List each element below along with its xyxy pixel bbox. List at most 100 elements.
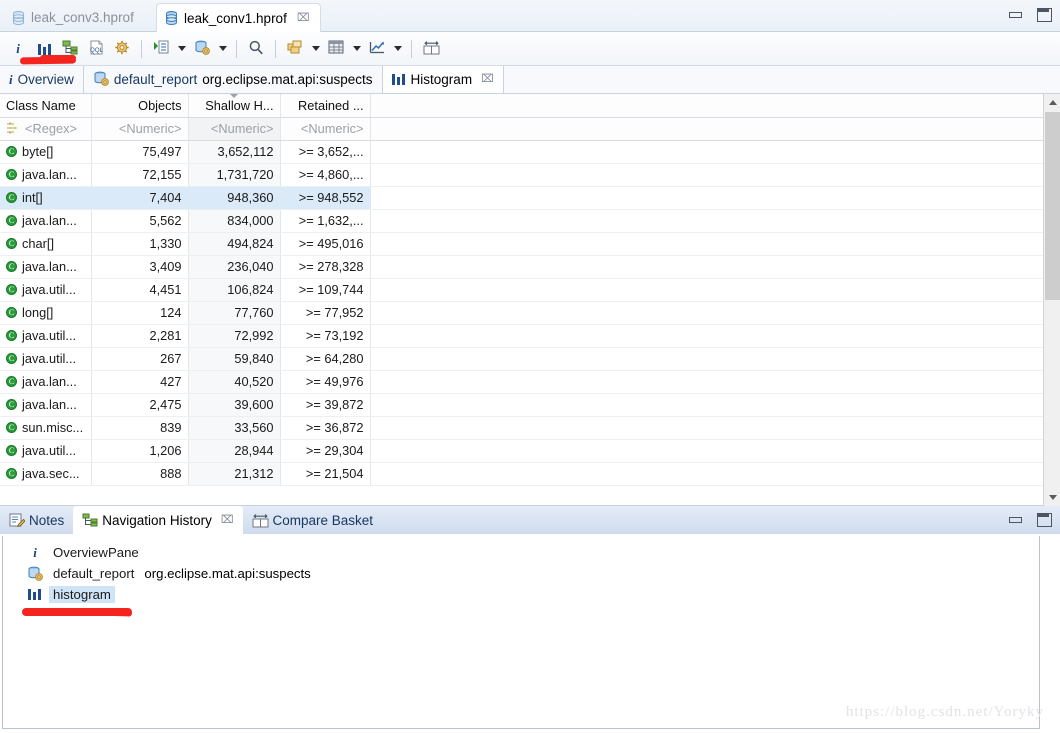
maximize-icon[interactable] <box>1036 513 1052 527</box>
table-row[interactable]: Cjava.lan... 427 40,520 >= 49,976 <box>0 370 1060 394</box>
cell-retained-heap[interactable]: >= 109,744 <box>280 278 371 302</box>
run-expert-system-button[interactable] <box>149 37 173 61</box>
cell-objects[interactable]: 2,281 <box>91 324 189 348</box>
query-browser-button[interactable] <box>190 37 214 61</box>
cell-class-name[interactable]: Cjava.lan... <box>0 393 92 417</box>
table-row[interactable]: Clong[] 124 77,760 >= 77,952 <box>0 301 1060 325</box>
cell-shallow-heap[interactable]: 39,600 <box>188 393 281 417</box>
close-icon[interactable]: ⌧ <box>221 514 234 526</box>
cell-shallow-heap[interactable]: 59,840 <box>188 347 281 371</box>
cell-shallow-heap[interactable]: 21,312 <box>188 462 281 486</box>
view-tab-overview[interactable]: i Overview <box>0 66 84 93</box>
cell-class-name[interactable]: Cjava.lan... <box>0 255 92 279</box>
cell-class-name[interactable]: Cjava.util... <box>0 278 92 302</box>
cell-objects[interactable]: 427 <box>91 370 189 394</box>
cell-objects[interactable]: 72,155 <box>91 163 189 187</box>
table-row[interactable]: Cjava.lan... 5,562 834,000 >= 1,632,... <box>0 209 1060 233</box>
group-by-dropdown-arrow[interactable] <box>309 37 322 61</box>
chart-dropdown-arrow[interactable] <box>391 37 404 61</box>
cell-objects[interactable]: 1,206 <box>91 439 189 463</box>
cell-shallow-heap[interactable]: 1,731,720 <box>188 163 281 187</box>
cell-shallow-heap[interactable]: 106,824 <box>188 278 281 302</box>
cell-objects[interactable]: 1,330 <box>91 232 189 256</box>
cell-shallow-heap[interactable]: 33,560 <box>188 416 281 440</box>
editor-tab-leak-conv3[interactable]: leak_conv3.hprof <box>4 3 144 32</box>
scroll-up-icon[interactable] <box>1044 94 1060 111</box>
cell-retained-heap[interactable]: >= 77,952 <box>280 301 371 325</box>
view-tab-histogram[interactable]: Histogram ⌧ <box>382 66 504 93</box>
cell-retained-heap[interactable]: >= 495,016 <box>280 232 371 256</box>
filter-cell-objects[interactable]: <Numeric> <box>91 117 189 141</box>
cell-shallow-heap[interactable]: 28,944 <box>188 439 281 463</box>
cell-objects[interactable]: 75,497 <box>91 140 189 164</box>
cell-shallow-heap[interactable]: 948,360 <box>188 186 281 210</box>
view-tab-default-report[interactable]: default_report org.eclipse.mat.api:suspe… <box>84 66 383 93</box>
cell-class-name[interactable]: Cint[] <box>0 186 92 210</box>
cell-objects[interactable]: 839 <box>91 416 189 440</box>
cell-objects[interactable]: 7,404 <box>91 186 189 210</box>
table-row[interactable]: Cjava.util... 1,206 28,944 >= 29,304 <box>0 439 1060 463</box>
cell-class-name[interactable]: Cjava.sec... <box>0 462 92 486</box>
table-row[interactable]: Cint[] 7,404 948,360 >= 948,552 <box>0 186 1060 210</box>
filter-cell-shallow-heap[interactable]: <Numeric> <box>188 117 281 141</box>
table-row[interactable]: Cjava.util... 2,281 72,992 >= 73,192 <box>0 324 1060 348</box>
cell-retained-heap[interactable]: >= 21,504 <box>280 462 371 486</box>
bottom-tab-navigation-history[interactable]: Navigation History ⌧ <box>73 506 243 534</box>
group-by-button[interactable] <box>283 37 307 61</box>
cell-shallow-heap[interactable]: 236,040 <box>188 255 281 279</box>
run-expert-system-dropdown-arrow[interactable] <box>175 37 188 61</box>
export-table-button[interactable] <box>324 37 348 61</box>
cell-retained-heap[interactable]: >= 73,192 <box>280 324 371 348</box>
minimize-icon[interactable] <box>1008 8 1022 20</box>
cell-class-name[interactable]: Cjava.lan... <box>0 163 92 187</box>
cell-retained-heap[interactable]: >= 948,552 <box>280 186 371 210</box>
find-button[interactable] <box>244 37 268 61</box>
cell-retained-heap[interactable]: >= 64,280 <box>280 347 371 371</box>
cell-objects[interactable]: 3,409 <box>91 255 189 279</box>
table-row[interactable]: Cjava.lan... 3,409 236,040 >= 278,328 <box>0 255 1060 279</box>
cell-shallow-heap[interactable]: 494,824 <box>188 232 281 256</box>
cell-retained-heap[interactable]: >= 278,328 <box>280 255 371 279</box>
cell-shallow-heap[interactable]: 834,000 <box>188 209 281 233</box>
close-icon[interactable]: ⌧ <box>297 12 310 24</box>
table-row[interactable]: Csun.misc... 839 33,560 >= 36,872 <box>0 416 1060 440</box>
chart-button[interactable] <box>365 37 389 61</box>
table-vertical-scrollbar[interactable] <box>1043 94 1060 506</box>
cell-class-name[interactable]: Cbyte[] <box>0 140 92 164</box>
minimize-icon[interactable] <box>1008 513 1022 525</box>
cell-retained-heap[interactable]: >= 4,860,... <box>280 163 371 187</box>
list-item[interactable]: histogram <box>3 584 1039 605</box>
oql-button[interactable]: QQL <box>84 37 108 61</box>
query-browser-dropdown-arrow[interactable] <box>216 37 229 61</box>
cell-retained-heap[interactable]: >= 36,872 <box>280 416 371 440</box>
list-item[interactable]: i OverviewPane <box>3 542 1039 563</box>
cell-retained-heap[interactable]: >= 49,976 <box>280 370 371 394</box>
cell-shallow-heap[interactable]: 72,992 <box>188 324 281 348</box>
cell-objects[interactable]: 4,451 <box>91 278 189 302</box>
table-row[interactable]: Cchar[] 1,330 494,824 >= 495,016 <box>0 232 1060 256</box>
compare-button[interactable] <box>419 37 443 61</box>
cell-shallow-heap[interactable]: 40,520 <box>188 370 281 394</box>
cell-class-name[interactable]: Cjava.util... <box>0 347 92 371</box>
filter-cell-class-name[interactable]: <Regex> <box>0 117 92 141</box>
bottom-tab-compare-basket[interactable]: Compare Basket <box>243 506 383 534</box>
table-row[interactable]: Cjava.sec... 888 21,312 >= 21,504 <box>0 462 1060 486</box>
column-header-shallow-heap[interactable]: Shallow H... <box>188 94 281 118</box>
bottom-tab-notes[interactable]: Notes <box>0 506 73 534</box>
column-header-class-name[interactable]: Class Name <box>0 94 92 118</box>
cell-class-name[interactable]: Csun.misc... <box>0 416 92 440</box>
list-item[interactable]: default_report org.eclipse.mat.api:suspec… <box>3 563 1039 584</box>
cell-retained-heap[interactable]: >= 39,872 <box>280 393 371 417</box>
cell-class-name[interactable]: Cjava.util... <box>0 439 92 463</box>
cell-objects[interactable]: 888 <box>91 462 189 486</box>
cell-objects[interactable]: 124 <box>91 301 189 325</box>
cell-objects[interactable]: 5,562 <box>91 209 189 233</box>
cell-class-name[interactable]: Cjava.lan... <box>0 209 92 233</box>
cell-objects[interactable]: 2,475 <box>91 393 189 417</box>
scrollbar-thumb[interactable] <box>1045 112 1060 300</box>
cell-retained-heap[interactable]: >= 1,632,... <box>280 209 371 233</box>
cell-class-name[interactable]: Cjava.util... <box>0 324 92 348</box>
editor-tab-leak-conv1[interactable]: leak_conv1.hprof ⌧ <box>156 3 321 33</box>
cell-class-name[interactable]: Cchar[] <box>0 232 92 256</box>
maximize-icon[interactable] <box>1036 8 1052 22</box>
